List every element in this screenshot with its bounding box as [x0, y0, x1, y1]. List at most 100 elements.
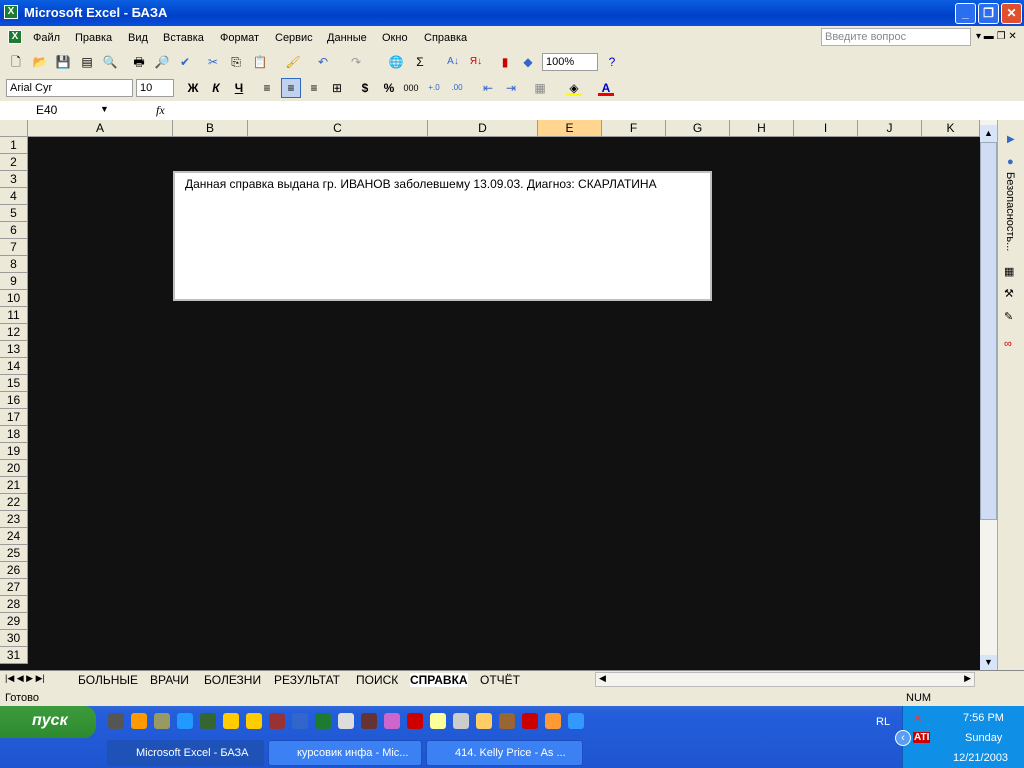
row-header-10[interactable]: 10 — [0, 290, 28, 307]
row-header-5[interactable]: 5 — [0, 205, 28, 222]
help-search-input[interactable]: Введите вопрос — [821, 28, 971, 46]
ati-icon[interactable]: ATI — [913, 732, 931, 743]
row-header-27[interactable]: 27 — [0, 579, 28, 596]
sheet-tab[interactable]: ВРАЧИ — [150, 673, 189, 687]
currency-button[interactable]: $ — [357, 80, 373, 96]
paste-icon[interactable]: 📋 — [252, 54, 268, 70]
quick-launch-icon[interactable] — [292, 713, 308, 729]
print-preview-icon[interactable]: 🔎 — [154, 54, 170, 70]
quick-launch-icon[interactable] — [407, 713, 423, 729]
percent-button[interactable]: % — [381, 80, 397, 96]
row-header-16[interactable]: 16 — [0, 392, 28, 409]
row-header-28[interactable]: 28 — [0, 596, 28, 613]
row-header-9[interactable]: 9 — [0, 273, 28, 290]
row-header-24[interactable]: 24 — [0, 528, 28, 545]
column-header-K[interactable]: K — [922, 120, 980, 137]
column-header-A[interactable]: A — [28, 120, 173, 137]
taskbar-button-winamp[interactable]: 414. Kelly Price - As ... — [426, 740, 583, 766]
vertical-scrollbar[interactable]: ▲ ▼ — [980, 120, 997, 670]
quick-launch-icon[interactable] — [430, 713, 446, 729]
print-icon[interactable]: 🖶 — [131, 54, 147, 70]
start-button[interactable]: пуск — [0, 706, 96, 738]
column-header-H[interactable]: H — [730, 120, 794, 137]
sort-descending-icon[interactable]: Я↓ — [468, 54, 484, 70]
fill-color-icon[interactable]: ◈ — [566, 80, 582, 96]
clock-time[interactable]: 7:56 PM — [963, 712, 1004, 724]
quick-launch-icon[interactable] — [108, 713, 124, 729]
align-center-icon[interactable]: ≡ — [281, 78, 301, 98]
text-box[interactable]: Данная справка выдана гр. ИВАНОВ заболев… — [173, 171, 712, 301]
quick-launch-icon[interactable] — [453, 713, 469, 729]
autosum-icon[interactable]: Σ — [412, 54, 428, 70]
decrease-indent-icon[interactable]: ⇤ — [480, 80, 496, 96]
increase-decimal-icon[interactable]: +.0 — [426, 80, 442, 96]
row-header-17[interactable]: 17 — [0, 409, 28, 426]
row-header-7[interactable]: 7 — [0, 239, 28, 256]
link-icon[interactable]: ∞ — [1004, 338, 1012, 350]
menu-tools[interactable]: Сервис — [275, 32, 313, 44]
italic-button[interactable]: К — [208, 80, 224, 96]
underline-button[interactable]: Ч — [231, 80, 247, 96]
quick-launch-icon[interactable] — [568, 713, 584, 729]
menu-help[interactable]: Справка — [424, 32, 467, 44]
row-header-13[interactable]: 13 — [0, 341, 28, 358]
column-header-J[interactable]: J — [858, 120, 922, 137]
quick-launch-icon[interactable] — [545, 713, 561, 729]
column-header-C[interactable]: C — [248, 120, 428, 137]
row-header-12[interactable]: 12 — [0, 324, 28, 341]
row-header-26[interactable]: 26 — [0, 562, 28, 579]
tools-icon[interactable]: ⚒ — [1004, 287, 1014, 300]
quick-launch-icon[interactable] — [177, 713, 193, 729]
chart-wizard-icon[interactable]: ▮ — [497, 54, 513, 70]
menu-edit[interactable]: Правка — [75, 32, 112, 44]
network-icon[interactable]: ✕ — [913, 712, 922, 725]
bold-button[interactable]: Ж — [185, 80, 201, 96]
zoom-select[interactable]: 100% — [542, 53, 598, 71]
row-header-4[interactable]: 4 — [0, 188, 28, 205]
font-select[interactable]: Arial Cyr — [6, 79, 133, 97]
row-header-21[interactable]: 21 — [0, 477, 28, 494]
undo-icon[interactable]: ↶ — [315, 54, 331, 70]
language-indicator[interactable]: RL — [876, 716, 890, 728]
row-header-11[interactable]: 11 — [0, 307, 28, 324]
row-header-3[interactable]: 3 — [0, 171, 28, 188]
help-icon[interactable]: ? — [604, 54, 620, 70]
increase-indent-icon[interactable]: ⇥ — [503, 80, 519, 96]
quick-launch-icon[interactable] — [200, 713, 216, 729]
row-header-19[interactable]: 19 — [0, 443, 28, 460]
select-all-corner[interactable] — [0, 120, 28, 137]
align-right-icon[interactable]: ≡ — [306, 80, 322, 96]
redo-icon[interactable]: ↷ — [348, 54, 364, 70]
column-header-B[interactable]: B — [173, 120, 248, 137]
quick-launch-icon[interactable] — [269, 713, 285, 729]
scroll-thumb[interactable] — [980, 142, 997, 520]
row-header-15[interactable]: 15 — [0, 375, 28, 392]
name-box-dropdown-icon[interactable]: ▼ — [100, 104, 109, 114]
sheet-tab[interactable]: ПОИСК — [356, 673, 398, 687]
hyperlink-icon[interactable]: 🌐 — [388, 54, 404, 70]
pane-icon-1[interactable]: ▦ — [1004, 265, 1014, 278]
row-header-22[interactable]: 22 — [0, 494, 28, 511]
row-header-6[interactable]: 6 — [0, 222, 28, 239]
row-header-29[interactable]: 29 — [0, 613, 28, 630]
security-label[interactable]: Безопасность... — [1004, 172, 1016, 251]
sheet-tab[interactable]: РЕЗУЛЬТАТ — [274, 673, 340, 687]
horizontal-scrollbar[interactable]: ◀ ▶ — [595, 672, 975, 687]
row-header-20[interactable]: 20 — [0, 460, 28, 477]
spelling-icon[interactable]: ✔ — [177, 54, 193, 70]
menu-insert[interactable]: Вставка — [163, 32, 204, 44]
column-header-I[interactable]: I — [794, 120, 858, 137]
quick-launch-icon[interactable] — [154, 713, 170, 729]
quick-launch-icon[interactable] — [246, 713, 262, 729]
show-hidden-icons-button[interactable]: ‹ — [895, 730, 911, 746]
close-button[interactable]: ✕ — [1001, 3, 1022, 24]
row-header-30[interactable]: 30 — [0, 630, 28, 647]
doc-controls[interactable]: ▾ ▬ ❐ ✕ — [976, 31, 1017, 42]
taskbar-button-excel[interactable]: Microsoft Excel - БАЗА — [107, 740, 264, 766]
fx-icon[interactable]: fx — [156, 103, 165, 118]
new-icon[interactable]: 🗋 — [8, 54, 24, 70]
column-header-G[interactable]: G — [666, 120, 730, 137]
row-header-8[interactable]: 8 — [0, 256, 28, 273]
search-file-icon[interactable]: 🔍 — [102, 54, 118, 70]
sort-ascending-icon[interactable]: А↓ — [445, 54, 461, 70]
